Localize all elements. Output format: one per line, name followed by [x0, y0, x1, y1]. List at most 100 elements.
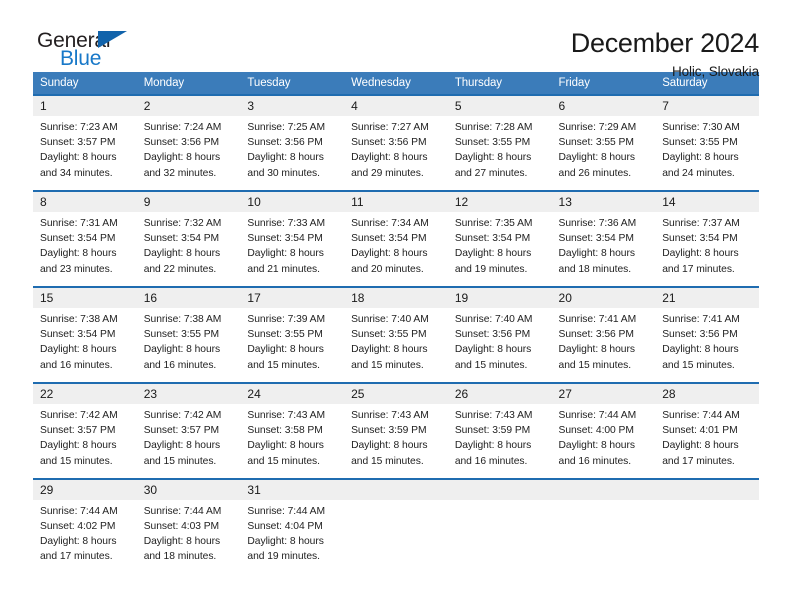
sunrise-text: Sunrise: 7:40 AM	[351, 313, 429, 325]
day-cell[interactable]: 24 Sunrise: 7:43 AM Sunset: 3:58 PM Dayl…	[240, 381, 345, 479]
day-number: 9	[136, 191, 241, 212]
sunrise-text: Sunrise: 7:24 AM	[143, 122, 222, 133]
daylight-text-line1: Daylight: 8 hours	[558, 152, 635, 164]
day-cell[interactable]: 31 Sunrise: 7:44 AM Sunset: 4:04 PM Dayl…	[240, 477, 345, 574]
day-cell[interactable]: 6 Sunrise: 7:29 AM Sunset: 3:55 PM Dayli…	[551, 94, 656, 191]
sunrise-sunset-calendar: Sunday Monday Tuesday Wednesday Thursday…	[33, 72, 759, 574]
day-number: 27	[551, 383, 656, 404]
day-number: 28	[655, 383, 759, 404]
day-cell[interactable]: 25 Sunrise: 7:43 AM Sunset: 3:59 PM Dayl…	[344, 381, 448, 479]
daylight-text-line2: and 16 minutes.	[558, 455, 632, 467]
sunrise-text: Sunrise: 7:44 AM	[143, 505, 222, 517]
day-cell[interactable]: 19 Sunrise: 7:40 AM Sunset: 3:56 PM Dayl…	[447, 285, 552, 383]
daylight-text-line2: and 16 minutes.	[454, 455, 528, 467]
sunrise-text: Sunrise: 7:42 AM	[143, 409, 222, 421]
day-info: Sunrise: 7:42 AM Sunset: 3:57 PM Dayligh…	[137, 404, 241, 478]
day-cell[interactable]: 4 Sunrise: 7:27 AM Sunset: 3:56 PM Dayli…	[344, 94, 448, 191]
day-number: 17	[240, 287, 345, 308]
sunset-text: Sunset: 3:56 PM	[247, 137, 323, 149]
sunset-text: Sunset: 3:55 PM	[247, 329, 323, 341]
day-number: 12	[447, 191, 552, 212]
day-info: Sunrise: 7:41 AM Sunset: 3:56 PM Dayligh…	[655, 308, 759, 382]
day-cell[interactable]: 7 Sunrise: 7:30 AM Sunset: 3:55 PM Dayli…	[655, 94, 759, 191]
sunrise-text: Sunrise: 7:27 AM	[351, 122, 429, 133]
sunrise-text: Sunrise: 7:40 AM	[454, 313, 533, 325]
day-cell[interactable]: 9 Sunrise: 7:32 AM Sunset: 3:54 PM Dayli…	[136, 189, 241, 287]
daylight-text-line1: Daylight: 8 hours	[351, 440, 428, 452]
day-number: 30	[136, 479, 241, 500]
daylight-text-line2: and 24 minutes.	[662, 167, 735, 179]
daylight-text-line1: Daylight: 8 hours	[40, 248, 117, 260]
daylight-text-line1: Daylight: 8 hours	[143, 344, 221, 356]
daylight-text-line1: Daylight: 8 hours	[662, 344, 739, 356]
sunset-text: Sunset: 3:56 PM	[558, 329, 634, 341]
day-number: 25	[344, 383, 448, 404]
day-info: Sunrise: 7:40 AM Sunset: 3:56 PM Dayligh…	[448, 308, 552, 382]
daylight-text-line1: Daylight: 8 hours	[351, 344, 428, 356]
day-cell[interactable]: 18 Sunrise: 7:40 AM Sunset: 3:55 PM Dayl…	[344, 285, 448, 383]
daylight-text-line2: and 15 minutes.	[454, 359, 528, 371]
day-number: 23	[136, 383, 241, 404]
daylight-text-line1: Daylight: 8 hours	[454, 344, 532, 356]
general-blue-logo[interactable]: General Blue	[33, 28, 153, 74]
sunset-text: Sunset: 3:57 PM	[40, 425, 116, 437]
day-cell[interactable]: 1 Sunrise: 7:23 AM Sunset: 3:57 PM Dayli…	[33, 94, 137, 191]
day-number: 20	[551, 287, 656, 308]
sunrise-text: Sunrise: 7:29 AM	[558, 122, 637, 133]
day-cell[interactable]: 2 Sunrise: 7:24 AM Sunset: 3:56 PM Dayli…	[136, 94, 241, 191]
daylight-text-line2: and 22 minutes.	[143, 263, 217, 275]
sunset-text: Sunset: 3:54 PM	[40, 329, 116, 341]
day-info	[552, 500, 656, 552]
day-cell[interactable]: 27 Sunrise: 7:44 AM Sunset: 4:00 PM Dayl…	[551, 381, 656, 479]
sunrise-text: Sunrise: 7:43 AM	[247, 409, 326, 421]
day-info: Sunrise: 7:41 AM Sunset: 3:56 PM Dayligh…	[552, 308, 656, 382]
daylight-text-line1: Daylight: 8 hours	[40, 536, 117, 548]
day-info: Sunrise: 7:38 AM Sunset: 3:54 PM Dayligh…	[33, 308, 137, 382]
daylight-text-line1: Daylight: 8 hours	[558, 440, 635, 452]
daylight-text-line2: and 17 minutes.	[662, 263, 735, 275]
day-info	[655, 500, 759, 552]
daylight-text-line1: Daylight: 8 hours	[247, 536, 324, 548]
day-cell[interactable]: 26 Sunrise: 7:43 AM Sunset: 3:59 PM Dayl…	[447, 381, 552, 479]
sunrise-text: Sunrise: 7:39 AM	[247, 313, 326, 325]
day-cell[interactable]: 28 Sunrise: 7:44 AM Sunset: 4:01 PM Dayl…	[655, 381, 759, 479]
day-cell[interactable]: 3 Sunrise: 7:25 AM Sunset: 3:56 PM Dayli…	[240, 94, 345, 191]
day-info: Sunrise: 7:38 AM Sunset: 3:55 PM Dayligh…	[137, 308, 241, 382]
daylight-text-line2: and 26 minutes.	[558, 167, 632, 179]
day-cell[interactable]: 16 Sunrise: 7:38 AM Sunset: 3:55 PM Dayl…	[136, 285, 241, 383]
sunset-text: Sunset: 3:59 PM	[351, 425, 427, 437]
daylight-text-line2: and 18 minutes.	[558, 263, 632, 275]
day-cell[interactable]: 23 Sunrise: 7:42 AM Sunset: 3:57 PM Dayl…	[136, 381, 241, 479]
sunset-text: Sunset: 3:55 PM	[351, 329, 427, 341]
day-number: 1	[33, 96, 137, 116]
day-cell-empty	[551, 477, 656, 574]
sunset-text: Sunset: 4:01 PM	[662, 425, 738, 437]
day-number: 5	[447, 96, 552, 116]
sunset-text: Sunset: 3:55 PM	[454, 137, 531, 149]
daylight-text-line1: Daylight: 8 hours	[454, 248, 532, 260]
day-cell[interactable]: 10 Sunrise: 7:33 AM Sunset: 3:54 PM Dayl…	[240, 189, 345, 287]
sunset-text: Sunset: 3:58 PM	[247, 425, 323, 437]
day-number: 6	[551, 96, 656, 116]
day-cell[interactable]: 8 Sunrise: 7:31 AM Sunset: 3:54 PM Dayli…	[33, 189, 137, 287]
sunset-text: Sunset: 4:04 PM	[247, 520, 323, 532]
day-cell[interactable]: 12 Sunrise: 7:35 AM Sunset: 3:54 PM Dayl…	[447, 189, 552, 287]
day-cell[interactable]: 14 Sunrise: 7:37 AM Sunset: 3:54 PM Dayl…	[655, 189, 759, 287]
day-cell[interactable]: 13 Sunrise: 7:36 AM Sunset: 3:54 PM Dayl…	[551, 189, 656, 287]
day-number: 13	[551, 191, 656, 212]
day-number: 3	[240, 96, 345, 116]
day-cell[interactable]: 11 Sunrise: 7:34 AM Sunset: 3:54 PM Dayl…	[344, 189, 448, 287]
day-cell[interactable]: 20 Sunrise: 7:41 AM Sunset: 3:56 PM Dayl…	[551, 285, 656, 383]
day-number: 4	[344, 96, 448, 116]
daylight-text-line2: and 15 minutes.	[558, 359, 632, 371]
day-cell[interactable]: 5 Sunrise: 7:28 AM Sunset: 3:55 PM Dayli…	[447, 94, 552, 191]
sunset-text: Sunset: 3:54 PM	[454, 233, 531, 245]
day-cell[interactable]: 29 Sunrise: 7:44 AM Sunset: 4:02 PM Dayl…	[33, 477, 137, 574]
day-cell[interactable]: 15 Sunrise: 7:38 AM Sunset: 3:54 PM Dayl…	[33, 285, 137, 383]
day-cell[interactable]: 17 Sunrise: 7:39 AM Sunset: 3:55 PM Dayl…	[240, 285, 345, 383]
day-cell[interactable]: 30 Sunrise: 7:44 AM Sunset: 4:03 PM Dayl…	[136, 477, 241, 574]
day-cell[interactable]: 22 Sunrise: 7:42 AM Sunset: 3:57 PM Dayl…	[33, 381, 137, 479]
daylight-text-line1: Daylight: 8 hours	[143, 440, 221, 452]
daylight-text-line2: and 23 minutes.	[40, 263, 113, 275]
day-cell[interactable]: 21 Sunrise: 7:41 AM Sunset: 3:56 PM Dayl…	[655, 285, 759, 383]
